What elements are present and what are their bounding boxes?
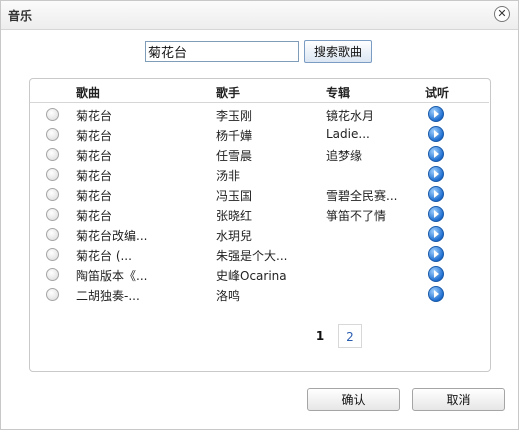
header-divider (30, 102, 489, 103)
singer-cell: 杨千嬅 (216, 129, 253, 143)
row-radio[interactable] (46, 228, 59, 241)
table-row[interactable]: 菊花台 李玉刚 镜花水月 (0, 105, 519, 125)
row-radio[interactable] (46, 248, 59, 261)
play-icon[interactable] (428, 266, 444, 282)
confirm-button[interactable]: 确认 (307, 388, 400, 411)
table-row[interactable]: 二胡独奏-... 洛鸣 (0, 285, 519, 305)
singer-cell: 冯玉国 (216, 189, 253, 203)
play-icon[interactable] (428, 206, 444, 222)
song-cell: 菊花台 (76, 189, 113, 203)
row-radio[interactable] (46, 168, 59, 181)
song-cell: 菊花台 (... (76, 249, 132, 263)
play-icon[interactable] (428, 126, 444, 142)
dialog-title: 音乐 (8, 9, 33, 23)
song-cell: 菊花台 (76, 169, 113, 183)
table-row[interactable]: 菊花台 杨千嬅 Ladie... (0, 125, 519, 145)
song-cell: 菊花台 (76, 209, 113, 223)
cancel-button[interactable]: 取消 (412, 388, 505, 411)
album-cell: 雪碧全民赛... (326, 189, 398, 203)
song-cell: 菊花台 (76, 129, 113, 143)
album-cell: 追梦缘 (326, 149, 363, 163)
page-2-link[interactable]: 2 (338, 324, 362, 348)
table-row[interactable]: 菊花台 张晓红 箏笛不了情 (0, 205, 519, 225)
singer-cell: 任雪晨 (216, 149, 253, 163)
search-button[interactable]: 搜索歌曲 (304, 40, 372, 63)
row-radio[interactable] (46, 208, 59, 221)
table-row[interactable]: 陶笛版本《... 史峰Ocarina (0, 265, 519, 285)
play-icon[interactable] (428, 186, 444, 202)
row-radio[interactable] (46, 108, 59, 121)
play-icon[interactable] (428, 286, 444, 302)
play-icon[interactable] (428, 226, 444, 242)
singer-cell: 张晓红 (216, 209, 253, 223)
table-row[interactable]: 菊花台 (... 朱强是个大... (0, 245, 519, 265)
song-cell: 陶笛版本《... (76, 269, 148, 283)
column-header-song: 歌曲 (76, 86, 101, 100)
search-input[interactable] (145, 41, 299, 62)
singer-cell: 洛鸣 (216, 289, 241, 303)
row-radio[interactable] (46, 288, 59, 301)
play-icon[interactable] (428, 166, 444, 182)
play-icon[interactable] (428, 246, 444, 262)
song-cell: 二胡独奏-... (76, 289, 140, 303)
song-cell: 菊花台 (76, 109, 113, 123)
table-row[interactable]: 菊花台 汤非 (0, 165, 519, 185)
play-icon[interactable] (428, 106, 444, 122)
row-radio[interactable] (46, 188, 59, 201)
table-row[interactable]: 菊花台改编... 水玥兒 (0, 225, 519, 245)
singer-cell: 史峰Ocarina (216, 269, 287, 283)
column-header-album: 专辑 (326, 86, 351, 100)
album-cell: 箏笛不了情 (326, 209, 387, 223)
column-header-singer: 歌手 (216, 86, 241, 100)
song-cell: 菊花台 (76, 149, 113, 163)
row-radio[interactable] (46, 268, 59, 281)
row-radio[interactable] (46, 128, 59, 141)
dialog-titlebar: 音乐 ✕ (1, 1, 518, 30)
column-header-listen: 试听 (425, 86, 450, 100)
song-cell: 菊花台改编... (76, 229, 148, 243)
singer-cell: 水玥兒 (216, 229, 253, 243)
play-icon[interactable] (428, 146, 444, 162)
singer-cell: 李玉刚 (216, 109, 253, 123)
row-radio[interactable] (46, 148, 59, 161)
singer-cell: 汤非 (216, 169, 241, 183)
page-1-current[interactable]: 1 (308, 324, 332, 348)
table-row[interactable]: 菊花台 冯玉国 雪碧全民赛... (0, 185, 519, 205)
singer-cell: 朱强是个大... (216, 249, 288, 263)
close-icon[interactable]: ✕ (494, 6, 510, 22)
album-cell: 镜花水月 (326, 109, 375, 123)
album-cell: Ladie... (326, 127, 370, 141)
table-row[interactable]: 菊花台 任雪晨 追梦缘 (0, 145, 519, 165)
